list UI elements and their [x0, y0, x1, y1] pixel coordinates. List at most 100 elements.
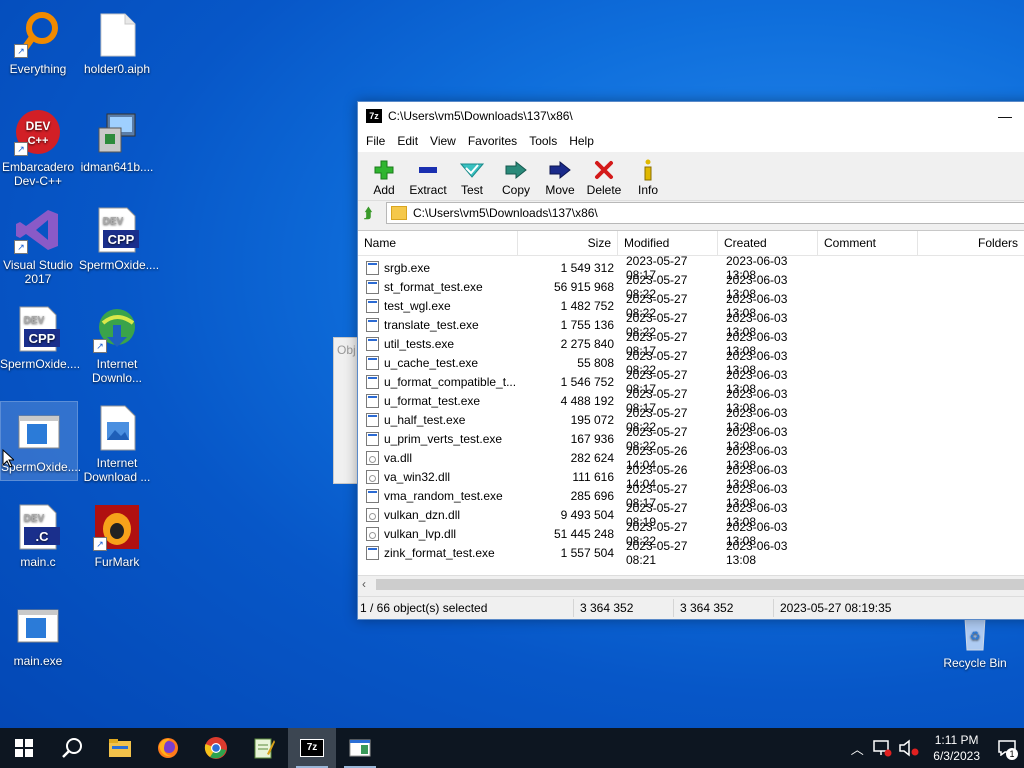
test-button[interactable]: Test — [450, 159, 494, 200]
folder-icon — [109, 739, 131, 757]
desktop-icon-furmark[interactable]: ↗ FurMark — [79, 497, 155, 569]
clock-date: 6/3/2023 — [933, 749, 980, 763]
taskbar-notepad[interactable] — [240, 728, 288, 768]
exe-file-icon — [366, 260, 379, 275]
title-bar[interactable]: 7z C:\Users\vm5\Downloads\137\x86\ — — [358, 102, 1024, 130]
menu-view[interactable]: View — [424, 134, 462, 148]
menu-favorites[interactable]: Favorites — [462, 134, 523, 148]
file-name: vma_random_test.exe — [384, 488, 503, 503]
file-created: 2023-06-03 13:08 — [726, 538, 788, 567]
column-header-size[interactable]: Size — [518, 231, 618, 255]
file-list[interactable]: Name Size Modified Created Comment Folde… — [358, 230, 1024, 576]
desktop-icon-everything[interactable]: ↗ Everything — [0, 4, 76, 76]
7zip-window[interactable]: 7z C:\Users\vm5\Downloads\137\x86\ — Fil… — [357, 101, 1024, 620]
cpp-file-icon: DEV CPP — [93, 206, 141, 254]
file-row[interactable]: zink_format_test.exe 1 557 504 2023-05-27 … — [358, 539, 1024, 567]
file-size: 111 616 — [572, 469, 614, 484]
exe-file-icon — [366, 317, 379, 332]
background-dialog-fragment[interactable]: Obj — [333, 337, 358, 484]
desktop-icon-spermoxide-exe[interactable]: SpermOxide.... — [0, 401, 81, 481]
exe-file-icon — [366, 298, 379, 313]
delete-x-icon — [582, 159, 626, 181]
network-icon[interactable] — [872, 739, 892, 757]
notification-center-button[interactable]: 1 — [990, 728, 1024, 768]
status-packed-size: 3 364 352 — [674, 599, 774, 617]
desktop-icon-holder-file[interactable]: holder0.aiph — [79, 4, 155, 76]
dll-file-icon — [366, 507, 379, 522]
file-name: test_wgl.exe — [384, 298, 451, 313]
taskbar-firefox[interactable] — [144, 728, 192, 768]
delete-button[interactable]: Delete — [582, 159, 626, 200]
file-name-cell: va.dll — [358, 450, 518, 465]
file-size: 195 072 — [570, 412, 614, 427]
desktop-icon-spermoxide-cpp-1[interactable]: DEV CPP SpermOxide.... — [79, 200, 159, 272]
desktop-icon-idman-installer[interactable]: idman641b.... — [79, 102, 155, 174]
cpp-file-icon: DEV CPP — [14, 305, 62, 353]
file-name: va_win32.dll — [384, 469, 451, 484]
info-button[interactable]: Info — [626, 159, 670, 200]
column-header-modified[interactable]: Modified — [618, 231, 718, 255]
status-size: 3 364 352 — [574, 599, 674, 617]
column-header-folders[interactable]: Folders — [918, 231, 1024, 255]
system-tray: ︿ 1:11 PM 6/3/2023 1 — [845, 728, 1024, 768]
desktop-icon-devcpp[interactable]: DEV C++ ↗ Embarcadero Dev-C++ — [0, 102, 76, 188]
7zip-app-icon: 7z — [366, 109, 382, 123]
chrome-icon — [204, 737, 227, 759]
search-icon — [62, 738, 82, 758]
column-header-name[interactable]: Name — [358, 231, 518, 255]
clock[interactable]: 1:11 PM 6/3/2023 — [923, 732, 990, 764]
svg-text:CPP: CPP — [29, 331, 56, 346]
copy-button[interactable]: Copy — [494, 159, 538, 200]
desktop-icon-main-exe[interactable]: main.exe — [0, 596, 76, 668]
furmark-icon: ↗ — [93, 503, 141, 551]
desktop-icon-visual-studio[interactable]: ↗ Visual Studio 2017 — [0, 200, 76, 286]
menu-edit[interactable]: Edit — [391, 134, 424, 148]
file-rows: srgb.exe 1 549 312 2023-05-27 08:17 2023-06… — [358, 254, 1024, 567]
search-button[interactable] — [48, 728, 96, 768]
file-size: 167 936 — [570, 431, 614, 446]
svg-text:DEV: DEV — [24, 513, 45, 524]
taskbar-file-explorer[interactable] — [96, 728, 144, 768]
menu-help[interactable]: Help — [563, 134, 600, 148]
column-header-comment[interactable]: Comment — [818, 231, 918, 255]
scrollbar-thumb[interactable] — [376, 579, 1024, 590]
c-file-icon: DEV .C — [14, 503, 62, 551]
volume-muted-icon[interactable] — [898, 739, 920, 757]
file-name-cell: u_format_test.exe — [358, 393, 518, 408]
notification-badge: 1 — [1006, 748, 1018, 760]
horizontal-scrollbar[interactable]: ‹ — [358, 575, 1024, 593]
menu-file[interactable]: File — [360, 134, 391, 148]
clock-time: 1:11 PM — [934, 733, 979, 747]
taskbar-7zip[interactable]: 7z — [288, 728, 336, 768]
file-name-cell: zink_format_test.exe — [358, 545, 518, 560]
scroll-left-icon[interactable]: ‹ — [362, 576, 366, 593]
desktop-icon-internet-download-image[interactable]: Internet Download ... — [79, 398, 155, 484]
status-bar: 1 / 66 object(s) selected 3 364 352 3 36… — [358, 596, 1024, 619]
file-name: u_format_test.exe — [384, 393, 481, 408]
column-header-created[interactable]: Created — [718, 231, 818, 255]
folder-up-icon[interactable]: ⮭ — [364, 205, 380, 221]
column-header-row: Name Size Modified Created Comment Folde… — [358, 231, 1024, 256]
path-input[interactable]: C:\Users\vm5\Downloads\137\x86\ — [386, 202, 1024, 224]
menu-tools[interactable]: Tools — [523, 134, 563, 148]
desktop-icon-main-c[interactable]: DEV .C main.c — [0, 497, 76, 569]
taskbar-chrome[interactable] — [192, 728, 240, 768]
start-button[interactable] — [0, 728, 48, 768]
background-dialog-text: Obj — [337, 343, 356, 357]
move-button[interactable]: Move — [538, 159, 582, 200]
exe-file-icon — [366, 374, 379, 389]
desktop-icon-internet-download-manager[interactable]: ↗ Internet Downlo... — [79, 299, 155, 385]
chevron-up-icon[interactable]: ︿ — [845, 739, 869, 758]
svg-text:.C: .C — [36, 529, 50, 544]
dll-file-icon — [366, 469, 379, 484]
desktop-icon-label: Everything — [9, 62, 67, 76]
minimize-button[interactable]: — — [982, 108, 1024, 124]
taskbar-app-window[interactable] — [336, 728, 384, 768]
add-button[interactable]: Add — [362, 159, 406, 200]
desktop-icon-spermoxide-cpp-2[interactable]: DEV CPP SpermOxide.... — [0, 299, 80, 371]
extract-button[interactable]: Extract — [406, 159, 450, 200]
file-name-cell: u_format_compatible_t... — [358, 374, 518, 389]
shortcut-arrow-icon: ↗ — [93, 339, 107, 353]
file-name: st_format_test.exe — [384, 279, 483, 294]
file-size: 55 808 — [577, 355, 614, 370]
